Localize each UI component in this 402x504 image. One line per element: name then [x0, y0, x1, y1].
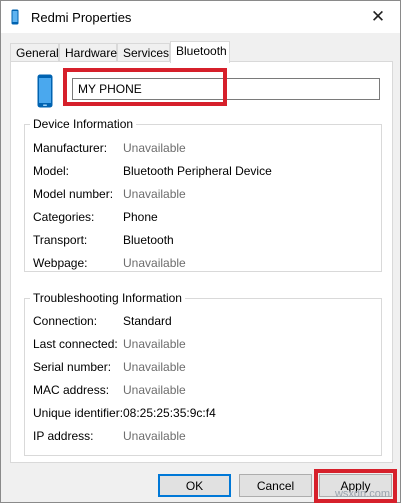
row-label: Webpage: — [33, 256, 88, 270]
row-label: Model: — [33, 164, 70, 178]
tab-hardware[interactable]: Hardware — [59, 43, 117, 61]
row-value: Unavailable — [123, 256, 186, 270]
properties-dialog: Redmi Properties ✕ General Hardware Serv… — [0, 0, 401, 503]
row-value: Bluetooth Peripheral Device — [123, 164, 272, 178]
row-value: Standard — [123, 314, 172, 328]
row-value: Phone — [123, 210, 158, 224]
row-label: Manufacturer: — [33, 141, 108, 155]
title-bar: Redmi Properties ✕ — [1, 1, 400, 33]
device-name-input[interactable] — [72, 78, 380, 100]
device-information-group: Device Information Manufacturer: Unavail… — [24, 117, 382, 272]
row-label: Categories: — [33, 210, 95, 224]
group-title: Device Information — [30, 117, 137, 131]
device-phone-icon — [37, 74, 53, 108]
close-button[interactable]: ✕ — [356, 1, 400, 33]
row-value: Unavailable — [123, 337, 186, 351]
troubleshooting-group: Troubleshooting Information Connection: … — [24, 291, 382, 456]
row-label: Transport: — [33, 233, 88, 247]
row-label: Serial number: — [33, 360, 112, 374]
cancel-button[interactable]: Cancel — [239, 474, 312, 497]
watermark: wsxdn.com — [334, 488, 390, 500]
row-value: 08:25:25:35:9c:f4 — [123, 406, 216, 420]
row-label: IP address: — [33, 429, 94, 443]
group-title: Troubleshooting Information — [30, 291, 185, 305]
phone-icon — [11, 9, 19, 25]
row-label: Unique identifier: — [33, 406, 124, 420]
row-label: Model number: — [33, 187, 114, 201]
row-label: Connection: — [33, 314, 98, 328]
row-value: Unavailable — [123, 360, 186, 374]
row-value: Unavailable — [123, 141, 186, 155]
tab-bluetooth[interactable]: Bluetooth — [170, 41, 230, 63]
close-icon: ✕ — [370, 7, 386, 26]
row-value: Bluetooth — [123, 233, 174, 247]
row-label: Last connected: — [33, 337, 118, 351]
row-value: Unavailable — [123, 187, 186, 201]
window-title: Redmi Properties — [31, 10, 132, 25]
row-label: MAC address: — [33, 383, 110, 397]
row-value: Unavailable — [123, 383, 186, 397]
bluetooth-panel: Device Information Manufacturer: Unavail… — [10, 61, 393, 463]
row-value: Unavailable — [123, 429, 186, 443]
ok-button[interactable]: OK — [158, 474, 231, 497]
tab-services[interactable]: Services — [117, 43, 170, 61]
tab-general[interactable]: General — [10, 43, 59, 61]
